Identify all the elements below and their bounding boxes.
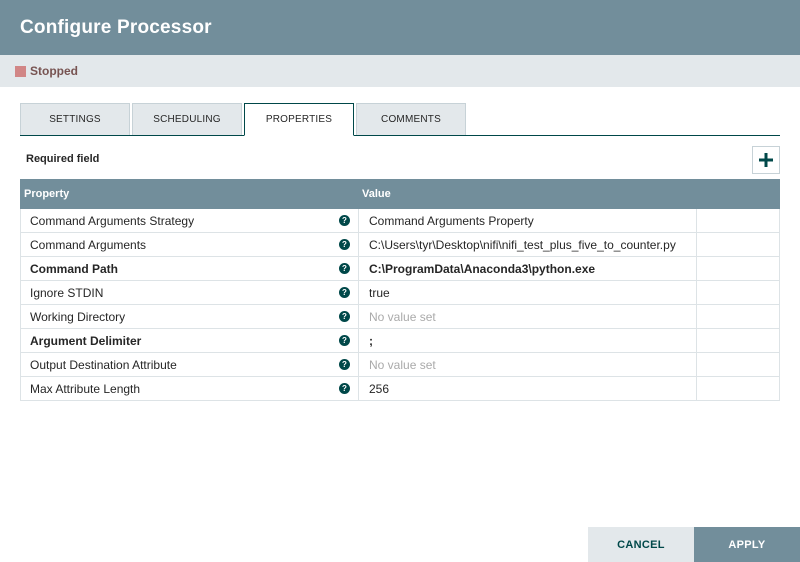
table-row[interactable]: Ignore STDIN? true xyxy=(20,281,780,305)
help-icon[interactable]: ? xyxy=(339,287,350,298)
tab-bar: SETTINGS SCHEDULING PROPERTIES COMMENTS xyxy=(20,103,780,136)
property-name-text: Command Path xyxy=(30,261,119,276)
help-icon[interactable]: ? xyxy=(339,215,350,226)
help-icon[interactable]: ? xyxy=(339,383,350,394)
column-header-value[interactable]: Value xyxy=(358,179,780,209)
help-icon[interactable]: ? xyxy=(339,239,350,250)
column-header-property[interactable]: Property xyxy=(20,179,358,209)
dialog-header: Configure Processor xyxy=(0,0,800,55)
table-row[interactable]: Command Path? C:\ProgramData\Anaconda3\p… xyxy=(20,257,780,281)
row-actions xyxy=(697,377,779,400)
property-name: Command Arguments? xyxy=(21,233,359,256)
table-row[interactable]: Command Arguments? C:\Users\tyr\Desktop\… xyxy=(20,233,780,257)
status-bar: Stopped xyxy=(0,55,800,87)
property-name: Output Destination Attribute? xyxy=(21,353,359,376)
property-value[interactable]: 256 xyxy=(359,377,697,400)
tab-scheduling[interactable]: SCHEDULING xyxy=(132,103,242,135)
table-row[interactable]: Output Destination Attribute? No value s… xyxy=(20,353,780,377)
row-actions xyxy=(697,305,779,328)
help-icon[interactable]: ? xyxy=(339,263,350,274)
table-row[interactable]: Command Arguments Strategy? Command Argu… xyxy=(20,209,780,233)
table-row[interactable]: Working Directory? No value set xyxy=(20,305,780,329)
property-name-text: Output Destination Attribute xyxy=(30,357,177,372)
tab-comments[interactable]: COMMENTS xyxy=(356,103,466,135)
property-value[interactable]: Command Arguments Property xyxy=(359,209,697,232)
property-value[interactable]: C:\ProgramData\Anaconda3\python.exe xyxy=(359,257,697,280)
stopped-status-icon xyxy=(15,65,26,77)
configure-processor-dialog: Configure Processor Stopped SETTINGS SCH… xyxy=(0,0,800,562)
property-value[interactable]: No value set xyxy=(359,305,697,328)
property-value[interactable]: No value set xyxy=(359,353,697,376)
properties-table: Property Value Command Arguments Strateg… xyxy=(20,179,780,401)
property-name: Max Attribute Length? xyxy=(21,377,359,400)
plus-icon xyxy=(759,153,773,167)
property-name: Working Directory? xyxy=(21,305,359,328)
add-property-button[interactable] xyxy=(752,146,780,174)
help-icon[interactable]: ? xyxy=(339,311,350,322)
row-actions xyxy=(697,233,779,256)
cancel-button[interactable]: CANCEL xyxy=(588,527,694,562)
property-value[interactable]: true xyxy=(359,281,697,304)
property-value[interactable]: ; xyxy=(359,329,697,352)
property-name-text: Command Arguments Strategy xyxy=(30,213,195,228)
help-icon[interactable]: ? xyxy=(339,359,350,370)
status-text: Stopped xyxy=(30,64,78,78)
property-name: Ignore STDIN? xyxy=(21,281,359,304)
dialog-footer: CANCEL APPLY xyxy=(0,527,800,562)
row-actions xyxy=(697,353,779,376)
tab-settings[interactable]: SETTINGS xyxy=(20,103,130,135)
property-name: Argument Delimiter? xyxy=(21,329,359,352)
property-name-text: Max Attribute Length xyxy=(30,381,141,396)
help-icon[interactable]: ? xyxy=(339,335,350,346)
required-field-label: Required field xyxy=(26,153,100,165)
apply-button[interactable]: APPLY xyxy=(694,527,800,562)
property-name-text: Ignore STDIN xyxy=(30,285,104,300)
table-row[interactable]: Argument Delimiter? ; xyxy=(20,329,780,353)
property-value[interactable]: C:\Users\tyr\Desktop\nifi\nifi_test_plus… xyxy=(359,233,697,256)
table-header: Property Value xyxy=(20,179,780,209)
table-row[interactable]: Max Attribute Length? 256 xyxy=(20,377,780,401)
property-name-text: Argument Delimiter xyxy=(30,333,142,348)
property-name: Command Path? xyxy=(21,257,359,280)
row-actions xyxy=(697,209,779,232)
tab-properties[interactable]: PROPERTIES xyxy=(244,103,354,136)
property-name: Command Arguments Strategy? xyxy=(21,209,359,232)
row-actions xyxy=(697,281,779,304)
dialog-title: Configure Processor xyxy=(20,16,212,38)
row-actions xyxy=(697,257,779,280)
property-name-text: Working Directory xyxy=(30,309,126,324)
row-actions xyxy=(697,329,779,352)
property-name-text: Command Arguments xyxy=(30,237,147,252)
